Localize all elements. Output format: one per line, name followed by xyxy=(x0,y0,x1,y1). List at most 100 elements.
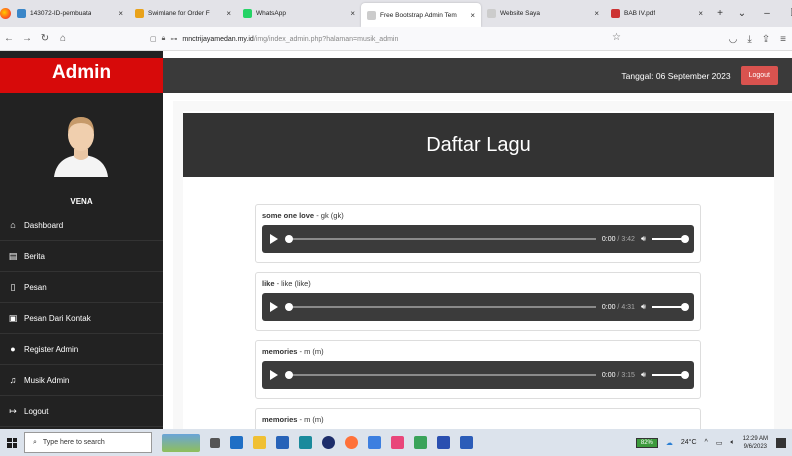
app-icon-store[interactable] xyxy=(276,436,289,449)
seek-slider[interactable] xyxy=(285,235,596,243)
browser-tab[interactable]: Swimlane for Order F × xyxy=(129,0,237,27)
app-icon-pink[interactable] xyxy=(391,436,404,449)
audio-player[interactable]: 0:00 / 3:15 🔊︎ xyxy=(262,361,694,389)
tab-favicon-icon xyxy=(135,9,144,18)
tab-close-icon[interactable]: × xyxy=(226,9,231,18)
browser-nav-bar: ← → ↻ ⌂ ▢ 🔒︎ ⊶ mnctrijayamedan.my.id/img… xyxy=(0,27,792,51)
maximize-icon[interactable]: ❐ xyxy=(781,8,792,19)
notification-icon[interactable] xyxy=(776,437,786,448)
tab-favicon-icon xyxy=(611,9,620,18)
battery-indicator[interactable]: 82% xyxy=(635,437,658,448)
browser-tab[interactable]: Free Bootstrap Admin Tem × xyxy=(361,3,481,27)
lock-icon[interactable]: 🔒︎ xyxy=(162,35,166,43)
new-tab-button[interactable]: + xyxy=(709,8,731,19)
tab-close-icon[interactable]: × xyxy=(594,9,599,18)
volume-slider[interactable] xyxy=(652,235,689,243)
browser-tab[interactable]: WhatsApp × xyxy=(237,0,361,27)
sidebar: Admin VENA ⌂ Dashboard ▤ Berita ▯ Pesan ▣ Pesan… xyxy=(0,51,163,429)
sidebar-item-register-admin[interactable]: ● Register Admin xyxy=(0,334,163,365)
tab-list-button[interactable]: ⌄ xyxy=(731,8,753,19)
song-panel: Daftar Lagu some one love - gk (gk) 0:00 … xyxy=(183,111,774,429)
content-area: Daftar Lagu some one love - gk (gk) 0:00 … xyxy=(173,101,792,429)
chevron-up-icon[interactable]: ^ xyxy=(705,439,708,446)
logout-button[interactable]: Logout xyxy=(740,66,778,85)
document-icon: ▯ xyxy=(10,281,16,292)
app-icon-dark[interactable] xyxy=(322,436,335,449)
dot-circle-icon: ● xyxy=(10,344,16,354)
volume-icon[interactable]: 🔊︎ xyxy=(641,302,646,312)
start-button[interactable] xyxy=(0,429,24,456)
reload-icon[interactable]: ↻ xyxy=(36,33,54,44)
song-label: like - like (like) xyxy=(262,279,694,288)
browser-tab[interactable]: BAB IV.pdf × xyxy=(605,0,709,27)
network-icon[interactable]: ▭ xyxy=(716,439,723,447)
permissions-icon[interactable]: ⊶ xyxy=(170,35,177,43)
newspaper-icon: ▤ xyxy=(8,250,18,261)
shield-icon[interactable]: ▢ xyxy=(150,35,157,43)
play-icon[interactable] xyxy=(270,234,278,244)
sign-out-icon: ↦ xyxy=(9,405,17,416)
volume-icon[interactable]: 🔊︎ xyxy=(641,234,646,244)
weather-widget-icon[interactable] xyxy=(162,433,200,452)
home-icon: ⌂ xyxy=(10,220,16,230)
sidebar-item-logout[interactable]: ↦ Logout xyxy=(0,396,163,427)
tab-close-icon[interactable]: × xyxy=(350,9,355,18)
tab-close-icon[interactable]: × xyxy=(118,9,123,18)
back-icon[interactable]: ← xyxy=(0,33,18,44)
file-explorer-icon[interactable] xyxy=(253,436,266,449)
firefox-menu[interactable] xyxy=(0,0,11,27)
tab-close-icon[interactable]: × xyxy=(698,9,703,18)
sidebar-item-berita[interactable]: ▤ Berita xyxy=(0,241,163,272)
song-label: memories - m (m) xyxy=(262,415,694,424)
web-page: Admin VENA ⌂ Dashboard ▤ Berita ▯ Pesan ▣ Pesan… xyxy=(0,51,792,429)
volume-slider[interactable] xyxy=(652,371,689,379)
song-label: some one love - gk (gk) xyxy=(262,211,694,220)
word-icon[interactable] xyxy=(460,436,473,449)
seek-slider[interactable] xyxy=(285,303,596,311)
browser-tab-bar: 143072-ID-pembuata × Swimlane for Order F ×… xyxy=(0,0,792,27)
sidebar-item-pesan[interactable]: ▯ Pesan xyxy=(0,272,163,303)
audio-player[interactable]: 0:00 / 3:42 🔊︎ xyxy=(262,225,694,253)
taskbar-clock[interactable]: 12:29 AM 9/6/2023 xyxy=(743,435,768,451)
app-icon-slash[interactable] xyxy=(437,436,450,449)
firefox-taskbar-icon[interactable] xyxy=(345,436,358,449)
volume-icon[interactable]: 🔊︎ xyxy=(641,370,646,380)
task-view-icon[interactable] xyxy=(210,437,220,448)
seek-slider[interactable] xyxy=(285,371,596,379)
browser-tab[interactable]: Website Saya × xyxy=(481,0,605,27)
song-card: memories - m (m)0:00 / 3:15🔊︎ xyxy=(255,408,701,429)
sidebar-brand[interactable]: Admin xyxy=(0,58,163,93)
menu-icon[interactable]: ≡ xyxy=(780,34,786,45)
song-artist: - gk (gk) xyxy=(314,211,344,220)
taskbar-search[interactable]: ⌕ Type here to search xyxy=(24,432,152,453)
app-icon-teal[interactable] xyxy=(299,436,312,449)
forward-icon[interactable]: → xyxy=(18,33,36,44)
sidebar-item-label: Pesan xyxy=(24,282,47,292)
minimize-icon[interactable]: – xyxy=(753,8,781,19)
sidebar-item-musik-admin[interactable]: ♫ Musik Admin xyxy=(0,365,163,396)
sidebar-item-pesan-dari-kontak[interactable]: ▣ Pesan Dari Kontak xyxy=(0,303,163,334)
weather-temp[interactable]: 24°C xyxy=(681,439,697,446)
clock-time: 12:29 AM xyxy=(742,435,768,442)
pocket-icon[interactable]: ◡ xyxy=(729,34,738,45)
bookmark-star-icon[interactable]: ☆ xyxy=(612,32,621,43)
app-icon-chat[interactable] xyxy=(368,436,381,449)
app-icon-blue[interactable] xyxy=(230,436,243,449)
download-icon[interactable]: ⤓ xyxy=(747,34,751,45)
volume-icon[interactable]: 🔈︎ xyxy=(730,439,734,447)
play-icon[interactable] xyxy=(270,302,278,312)
audio-player[interactable]: 0:00 / 4:31 🔊︎ xyxy=(262,293,694,321)
volume-slider[interactable] xyxy=(652,303,689,311)
browser-tab[interactable]: 143072-ID-pembuata × xyxy=(11,0,129,27)
home-icon[interactable]: ⌂ xyxy=(54,33,72,44)
song-title: like xyxy=(262,279,275,288)
song-label: memories - m (m) xyxy=(262,347,694,356)
song-artist: - m (m) xyxy=(297,347,324,356)
play-icon[interactable] xyxy=(270,370,278,380)
tab-close-icon[interactable]: × xyxy=(470,11,475,20)
sidebar-item-label: Register Admin xyxy=(24,344,79,354)
app-icon-green[interactable] xyxy=(414,436,427,449)
share-icon[interactable]: ⇪ xyxy=(762,34,770,45)
sidebar-item-dashboard[interactable]: ⌂ Dashboard xyxy=(0,210,163,241)
address-bar[interactable]: ▢ 🔒︎ ⊶ mnctrijayamedan.my.id/img/index_a… xyxy=(150,30,650,48)
